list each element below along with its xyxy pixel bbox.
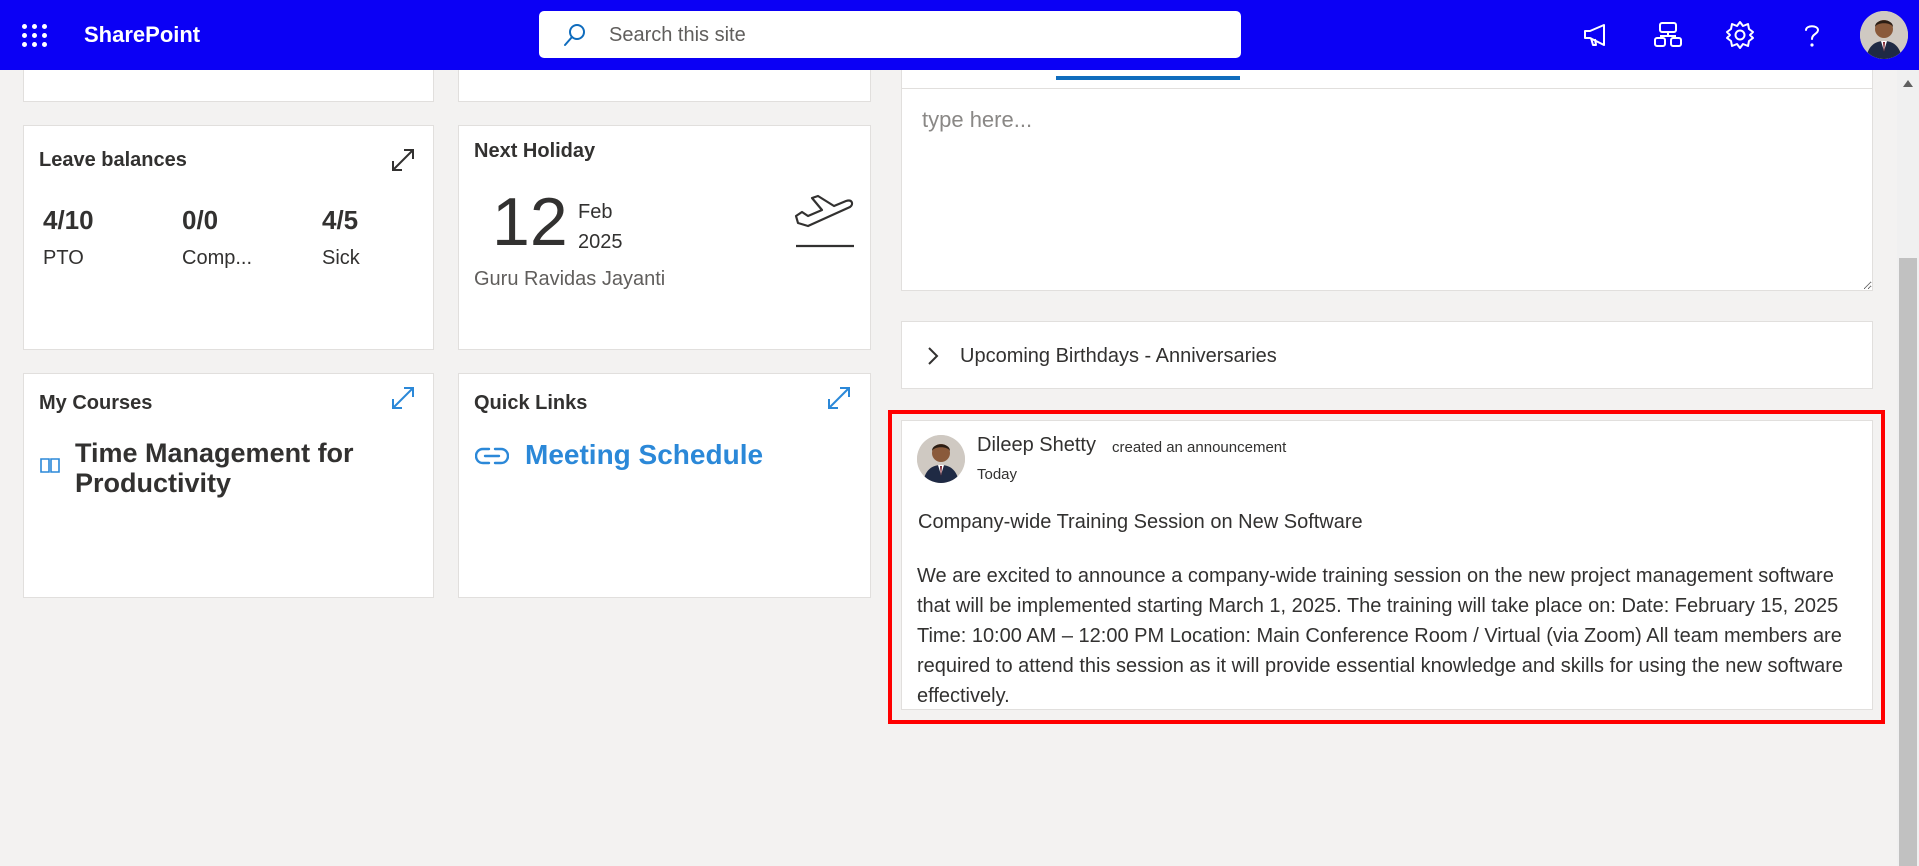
- sick-label: Sick: [322, 247, 360, 269]
- next-holiday-title: Next Holiday: [474, 140, 596, 162]
- leave-balances-title: Leave balances: [39, 149, 187, 171]
- suite-bar: SharePoint: [0, 0, 1919, 70]
- search-box[interactable]: [539, 11, 1241, 58]
- quick-links-title: Quick Links: [474, 392, 588, 414]
- holiday-name: Guru Ravidas Jayanti: [474, 268, 666, 290]
- announcement-title: Company-wide Training Session on New Sof…: [918, 511, 1363, 533]
- announcement-time: Today: [977, 466, 1018, 483]
- app-name[interactable]: SharePoint: [84, 22, 200, 48]
- pto-label: PTO: [43, 247, 84, 269]
- chat-tree-icon[interactable]: [1652, 19, 1684, 51]
- accordion-label: Upcoming Birthdays - Anniversaries: [960, 345, 1277, 367]
- my-courses-title: My Courses: [39, 392, 153, 414]
- search-icon: [564, 24, 585, 46]
- scroll-up-arrow[interactable]: [1902, 78, 1914, 88]
- course-title[interactable]: Time Management for Productivity: [75, 438, 375, 498]
- book-icon: [40, 458, 60, 473]
- author-avatar[interactable]: [917, 435, 965, 483]
- active-tab-indicator: [1056, 76, 1240, 80]
- birthdays-accordion[interactable]: Upcoming Birthdays - Anniversaries: [901, 321, 1873, 389]
- post-textarea[interactable]: [902, 89, 1872, 290]
- holiday-day: 12: [492, 184, 568, 260]
- search-input[interactable]: [609, 19, 1209, 51]
- meeting-schedule-link[interactable]: Meeting Schedule: [525, 439, 763, 471]
- tab-area: [901, 70, 1873, 88]
- holiday-year: 2025: [578, 231, 623, 253]
- chevron-right-icon: [928, 347, 939, 365]
- announcement-action: created an announcement: [1112, 439, 1287, 456]
- card-partial-left: [23, 70, 434, 102]
- sick-value: 4/5: [322, 205, 359, 235]
- comp-label: Comp...: [182, 247, 253, 269]
- help-icon[interactable]: [1796, 19, 1828, 51]
- waffle-icon[interactable]: [20, 20, 50, 50]
- announcement-body: We are excited to announce a company-wid…: [917, 565, 1844, 707]
- airplane-takeoff-icon: [794, 194, 854, 248]
- post-editor: [901, 88, 1873, 291]
- scrollbar-thumb[interactable]: [1899, 258, 1917, 866]
- comp-value: 0/0: [182, 205, 219, 235]
- pto-value: 4/10: [43, 205, 94, 235]
- announcement-author[interactable]: Dileep Shetty: [977, 434, 1096, 457]
- link-icon: [475, 447, 509, 465]
- expand-icon[interactable]: [390, 147, 416, 173]
- user-avatar[interactable]: [1860, 11, 1908, 59]
- card-partial-right: [458, 70, 871, 102]
- gear-icon[interactable]: [1724, 19, 1756, 51]
- expand-icon[interactable]: [390, 385, 416, 411]
- megaphone-icon[interactable]: [1580, 19, 1612, 51]
- expand-icon[interactable]: [826, 385, 852, 411]
- holiday-month: Feb: [578, 201, 613, 223]
